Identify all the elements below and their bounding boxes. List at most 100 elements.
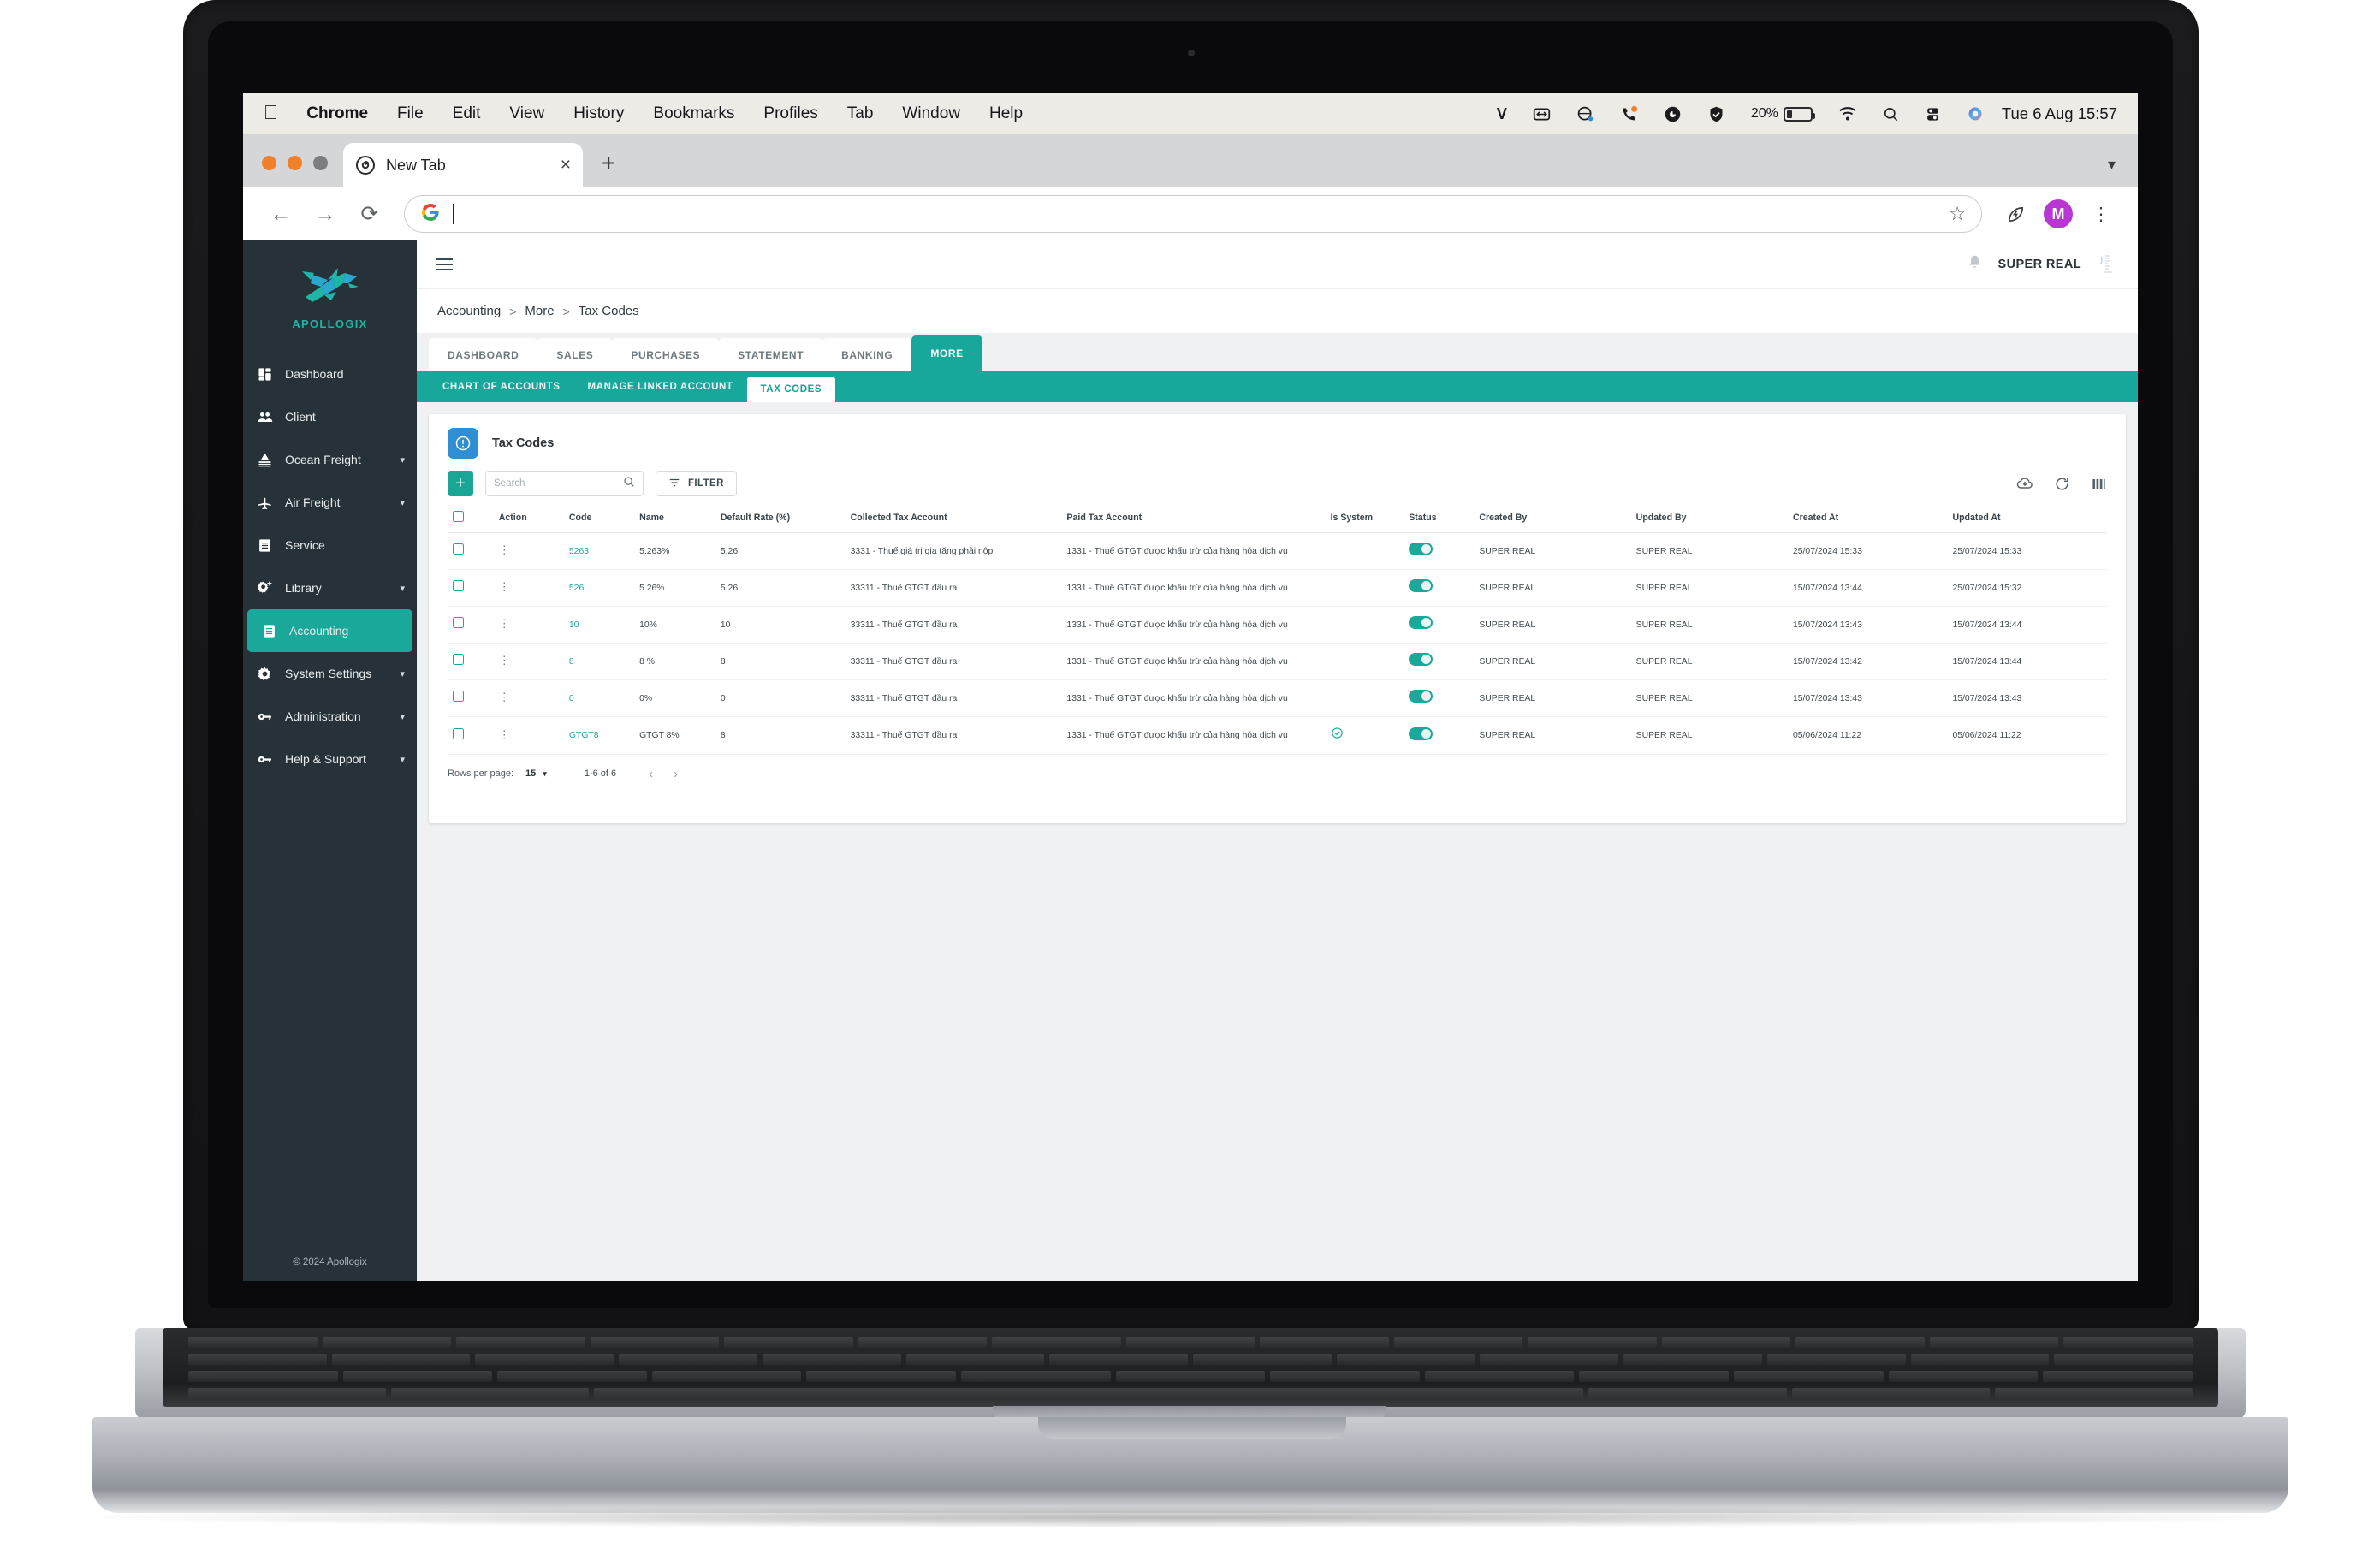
table-row[interactable]: ⋮ GTGT8 GTGT 8% 8 33311 - Thuế GTGT đầu …: [448, 716, 2107, 755]
menu-bookmarks[interactable]: Bookmarks: [638, 104, 749, 123]
row-checkbox[interactable]: [453, 691, 464, 703]
columns-icon[interactable]: [2091, 476, 2107, 492]
header-is-system[interactable]: Is System: [1325, 505, 1404, 533]
app-logo[interactable]: APOLLOGIX: [243, 240, 417, 346]
search-input[interactable]: [494, 478, 618, 489]
grammarly-icon[interactable]: [1651, 105, 1694, 123]
tab-sales[interactable]: SALES: [537, 338, 613, 371]
new-tab-button[interactable]: +: [583, 150, 634, 187]
row-checkbox[interactable]: [453, 543, 464, 555]
header-status[interactable]: Status: [1404, 505, 1475, 533]
tab-search-chevron-down-icon[interactable]: ▾: [2108, 156, 2138, 187]
code-link[interactable]: 526: [569, 584, 584, 593]
wifi-icon[interactable]: [1825, 106, 1870, 122]
sidebar-item-service[interactable]: Service: [243, 524, 417, 566]
phone-badge-icon[interactable]: [1607, 105, 1651, 123]
status-toggle[interactable]: [1409, 579, 1433, 593]
menu-edit[interactable]: Edit: [438, 104, 496, 123]
table-row[interactable]: ⋮ 5263 5.263% 5.26 3331 - Thuế giá trị g…: [448, 532, 2107, 571]
menu-view[interactable]: View: [495, 104, 559, 123]
shield-check-icon[interactable]: [1694, 105, 1738, 123]
row-actions-menu-icon[interactable]: ⋮: [499, 580, 510, 593]
search-input-wrapper[interactable]: [485, 471, 644, 496]
reload-button[interactable]: ⟳: [347, 192, 392, 236]
tab-manage-linked-account[interactable]: MANAGE LINKED ACCOUNT: [574, 371, 747, 402]
back-button[interactable]: ←: [258, 192, 303, 236]
row-actions-menu-icon[interactable]: ⋮: [499, 654, 510, 667]
chevron-down-icon[interactable]: ▾: [400, 497, 405, 508]
header-updated-by[interactable]: Updated By: [1630, 505, 1788, 533]
v-letter-icon[interactable]: V: [1484, 105, 1520, 123]
notification-bell-icon[interactable]: [1967, 254, 1983, 276]
user-signature-icon[interactable]: [2097, 253, 2119, 276]
chevron-down-icon[interactable]: ▾: [400, 454, 405, 466]
expand-arrows-icon[interactable]: [1520, 105, 1564, 123]
header-default-rate[interactable]: Default Rate (%): [715, 505, 846, 533]
header-name[interactable]: Name: [634, 505, 715, 533]
sidebar-item-air-freight[interactable]: Air Freight ▾: [243, 481, 417, 524]
forward-button[interactable]: →: [303, 192, 347, 236]
profile-avatar[interactable]: M: [2037, 193, 2080, 235]
table-row[interactable]: ⋮ 8 8 % 8 33311 - Thuế GTGT đầu ra 1331 …: [448, 643, 2107, 681]
dropbox-icon[interactable]: [1564, 105, 1607, 123]
sidebar-item-client[interactable]: Client: [243, 395, 417, 438]
add-tax-code-button[interactable]: +: [448, 471, 473, 496]
menu-bar-clock[interactable]: Tue 6 Aug 15:57: [1997, 104, 2124, 123]
header-paid-tax-account[interactable]: Paid Tax Account: [1061, 505, 1326, 533]
previous-page-button[interactable]: ‹: [649, 767, 653, 781]
chevron-down-icon[interactable]: ▾: [400, 583, 405, 594]
refresh-icon[interactable]: [2054, 476, 2070, 492]
row-checkbox[interactable]: [453, 580, 464, 592]
bookmark-star-icon[interactable]: ☆: [1949, 203, 1966, 225]
header-action[interactable]: Action: [493, 505, 564, 533]
sidebar-item-administration[interactable]: Administration ▾: [243, 695, 417, 738]
close-tab-button[interactable]: ×: [561, 155, 571, 175]
sidebar-item-help-support[interactable]: Help & Support ▾: [243, 738, 417, 780]
search-icon[interactable]: [623, 476, 635, 492]
table-row[interactable]: ⋮ 526 5.26% 5.26 33311 - Thuế GTGT đầu r…: [448, 569, 2107, 608]
status-toggle[interactable]: [1409, 727, 1433, 740]
sidebar-item-accounting[interactable]: Accounting: [247, 609, 412, 652]
menu-help[interactable]: Help: [975, 104, 1037, 123]
filter-button[interactable]: FILTER: [656, 471, 737, 496]
extension-leaf-icon[interactable]: [1994, 193, 2037, 235]
close-window-button[interactable]: [262, 156, 276, 170]
sidebar-item-library[interactable]: Library ▾: [243, 566, 417, 609]
menu-profiles[interactable]: Profiles: [749, 104, 832, 123]
header-created-by[interactable]: Created By: [1474, 505, 1631, 533]
status-toggle[interactable]: [1409, 543, 1433, 555]
row-checkbox[interactable]: [453, 727, 464, 739]
tab-purchases[interactable]: PURCHASES: [612, 338, 720, 371]
menu-history[interactable]: History: [559, 104, 638, 123]
sidebar-item-ocean-freight[interactable]: Ocean Freight ▾: [243, 438, 417, 481]
chevron-down-icon[interactable]: ▾: [400, 711, 405, 722]
code-link[interactable]: GTGT8: [569, 731, 599, 740]
tab-banking[interactable]: BANKING: [822, 338, 912, 371]
code-link[interactable]: 0: [569, 694, 574, 703]
breadcrumb-root[interactable]: Accounting: [437, 304, 501, 318]
hamburger-menu-icon[interactable]: [436, 258, 453, 270]
row-actions-menu-icon[interactable]: ⋮: [499, 543, 510, 556]
status-toggle[interactable]: [1409, 616, 1433, 630]
row-actions-menu-icon[interactable]: ⋮: [499, 691, 510, 703]
status-toggle[interactable]: [1409, 690, 1433, 703]
chevron-down-icon[interactable]: ▾: [400, 668, 405, 679]
chrome-menu-button[interactable]: ⋮: [2080, 193, 2122, 235]
tab-statement[interactable]: STATEMENT: [719, 338, 823, 371]
status-toggle[interactable]: [1409, 653, 1433, 667]
header-code[interactable]: Code: [563, 505, 635, 533]
header-collected-tax-account[interactable]: Collected Tax Account: [845, 505, 1062, 533]
chevron-down-icon[interactable]: ▾: [400, 754, 405, 765]
menu-window[interactable]: Window: [887, 104, 975, 123]
header-updated-at[interactable]: Updated At: [1947, 505, 2107, 533]
browser-tab[interactable]: New Tab ×: [343, 143, 583, 187]
breadcrumb-middle[interactable]: More: [525, 304, 554, 318]
control-center-icon[interactable]: [1912, 106, 1954, 122]
code-link[interactable]: 10: [569, 620, 579, 630]
siri-icon[interactable]: [1954, 105, 1997, 122]
tab-more[interactable]: MORE: [911, 335, 982, 371]
search-icon[interactable]: [1870, 106, 1912, 122]
code-link[interactable]: 5263: [569, 547, 589, 556]
row-checkbox[interactable]: [453, 654, 464, 666]
code-link[interactable]: 8: [569, 657, 574, 667]
